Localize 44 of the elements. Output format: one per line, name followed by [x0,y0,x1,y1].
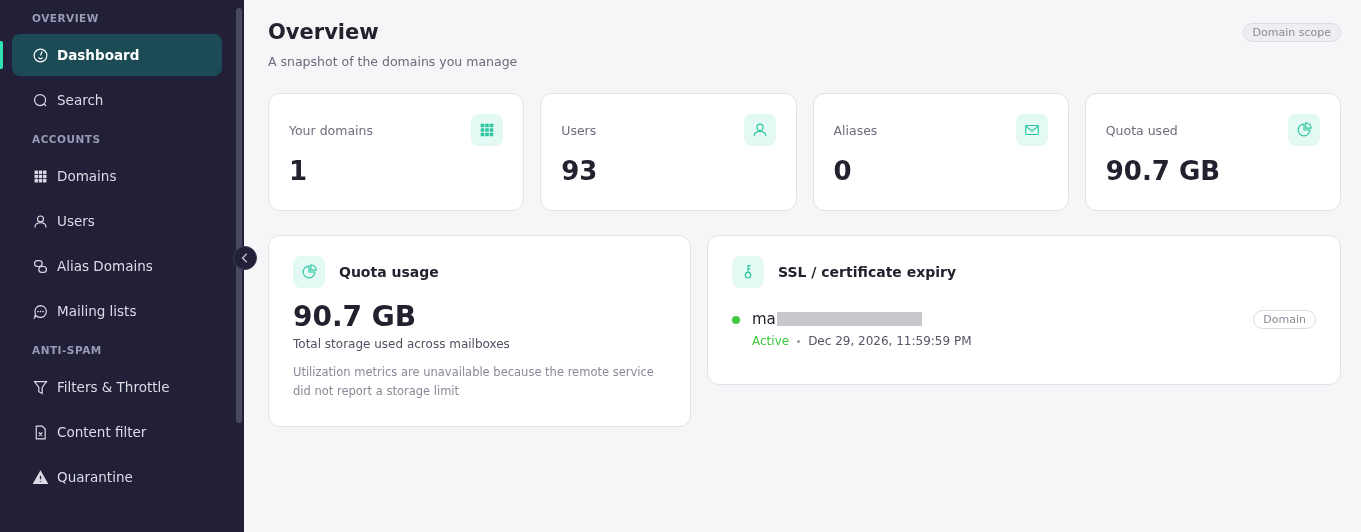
pie-chart-icon [1295,121,1313,139]
nav-item[interactable]: Alias Domains [12,245,222,287]
section-heading: ANTI-SPAM [31,343,103,358]
stat-value: 0 [833,156,853,186]
stat-value: 1 [289,156,309,186]
type-tag: Domain [1253,310,1316,329]
nav-item[interactable]: Quarantine [12,456,222,498]
quota-value: 90.7 GB [293,300,418,333]
stat-label: Aliases [833,122,878,138]
filter-icon [32,378,49,396]
nav-item[interactable]: Dashboard [12,34,222,76]
nav-item[interactable]: Content filter [12,411,222,453]
scrollbar[interactable] [236,8,242,423]
gauge-icon [32,46,49,64]
search-icon [32,91,49,109]
user-icon [32,212,49,230]
expiry-date: Dec 29, 2026, 11:59:59 PM [808,334,972,348]
warning-icon [32,468,49,486]
stat-label: Users [561,122,597,138]
stat-label: Your domains [289,122,373,138]
nav-item[interactable]: Search [12,79,222,121]
stat-value: 93 [561,156,599,186]
page-subtitle: A snapshot of the domains you manage [268,54,518,69]
active-indicator [0,41,3,69]
nav-item[interactable]: Mailing lists [12,290,222,332]
nav-item[interactable]: Users [12,200,222,242]
domain-name: ma [752,310,776,328]
card-title: Quota usage [339,264,439,280]
nav-item[interactable]: Filters & Throttle [12,366,222,408]
chain-links-icon [32,257,49,275]
card-title: SSL / certificate expiry [778,264,957,280]
nav-item[interactable]: Domains [12,155,222,197]
separator-dot-icon [797,339,801,343]
stat-label: Quota used [1105,122,1178,138]
chat-bubble-icon [32,302,49,320]
scope-badge: Domain scope [1242,23,1341,42]
status-text: Active [752,334,790,348]
section-heading: OVERVIEW [31,11,100,26]
stat-value: 90.7 GB [1105,156,1222,186]
section-heading: ACCOUNTS [31,132,102,147]
quota-caption: Total storage used across mailboxes [293,337,511,351]
pie-chart-icon [300,263,318,281]
quota-note: Utilization metrics are unavailable because the remote service did not report a storage limit [293,364,655,400]
page-title: Overview [268,20,380,44]
